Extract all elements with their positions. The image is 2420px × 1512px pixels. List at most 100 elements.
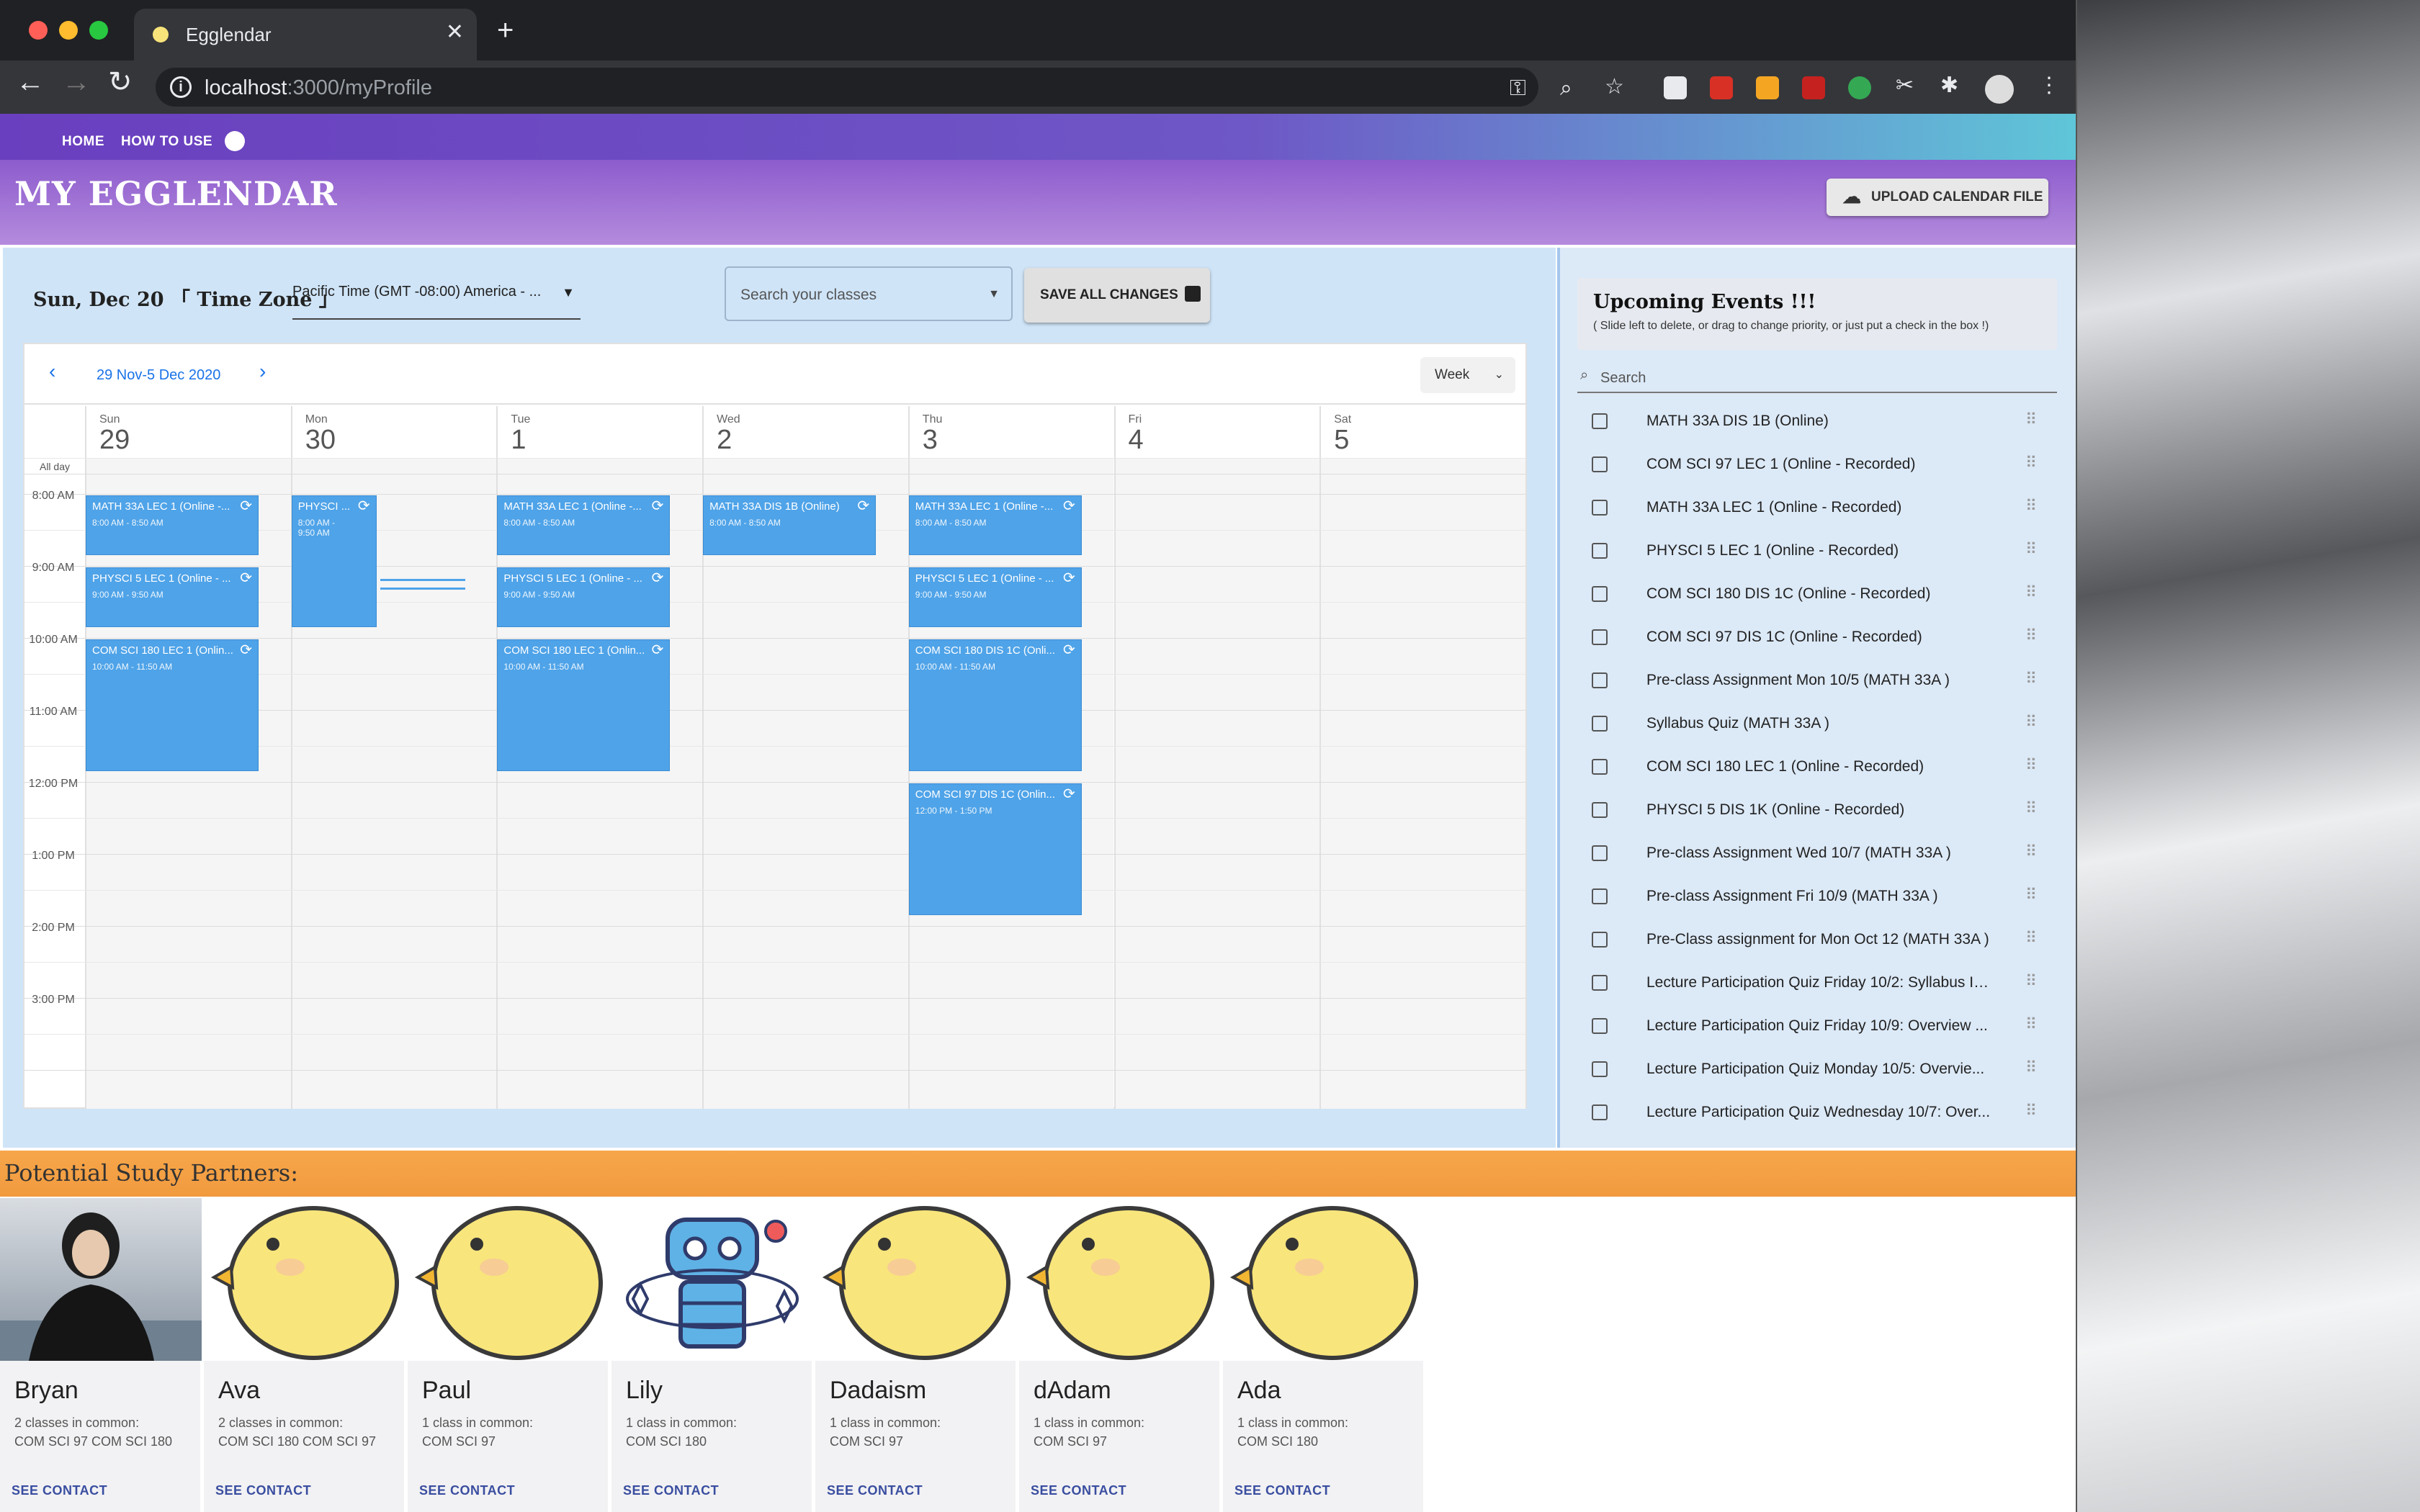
extension-download-icon[interactable] xyxy=(1756,76,1779,99)
drag-handle-icon[interactable]: ⠿ xyxy=(2025,842,2037,861)
calendar-event[interactable]: COM SCI 180 LEC 1 (Onlin... 10:00 AM - 11… xyxy=(86,639,259,772)
drag-handle-icon[interactable]: ⠿ xyxy=(2025,929,2037,948)
nav-home-link[interactable]: HOME xyxy=(62,134,104,150)
event-list-item[interactable]: COM SCI 180 DIS 1C (Online - Recorded) ⠿ xyxy=(1577,573,2057,616)
event-checkbox[interactable] xyxy=(1592,759,1608,775)
see-contact-button[interactable]: SEE CONTACT xyxy=(1031,1483,1126,1498)
new-tab-button[interactable]: + xyxy=(497,16,514,45)
see-contact-button[interactable]: SEE CONTACT xyxy=(623,1483,719,1498)
event-checkbox[interactable] xyxy=(1592,845,1608,861)
day-column[interactable] xyxy=(1319,458,1525,1109)
event-checkbox[interactable] xyxy=(1592,1061,1608,1077)
event-list-item[interactable]: Syllabus Quiz (MATH 33A ) ⠿ xyxy=(1577,703,2057,746)
drag-handle-icon[interactable]: ⠿ xyxy=(2025,1058,2037,1077)
day-column[interactable] xyxy=(85,458,291,1109)
calendar-event[interactable]: COM SCI 180 LEC 1 (Onlin... 10:00 AM - 11… xyxy=(497,639,671,772)
event-checkbox[interactable] xyxy=(1592,543,1608,559)
event-list-item[interactable]: Pre-class Assignment Fri 10/9 (MATH 33A … xyxy=(1577,876,2057,919)
drag-handle-icon[interactable]: ⠿ xyxy=(2025,626,2037,645)
drag-handle-icon[interactable]: ⠿ xyxy=(2025,1102,2037,1120)
view-select[interactable]: Week ⌄ xyxy=(1420,357,1515,393)
extension-red-icon[interactable] xyxy=(1802,76,1825,99)
calendar-event[interactable]: MATH 33A DIS 1B (Online) 8:00 AM - 8:50 A… xyxy=(703,495,877,556)
event-list-item[interactable]: MATH 33A LEC 1 (Online - Recorded) ⠿ xyxy=(1577,487,2057,530)
event-list-item[interactable]: Pre-class Assignment Wed 10/7 (MATH 33A … xyxy=(1577,832,2057,876)
see-contact-button[interactable]: SEE CONTACT xyxy=(827,1483,923,1498)
previous-week-icon[interactable]: ‹ xyxy=(49,360,55,383)
zoom-icon[interactable]: ⌕ xyxy=(1560,78,1572,99)
event-checkbox[interactable] xyxy=(1592,1018,1608,1034)
back-icon[interactable]: ← xyxy=(16,68,45,96)
event-checkbox[interactable] xyxy=(1592,629,1608,645)
event-list-item[interactable]: PHYSCI 5 LEC 1 (Online - Recorded) ⠿ xyxy=(1577,530,2057,573)
extension-back-icon[interactable] xyxy=(1664,76,1687,99)
search-classes-select[interactable]: Search your classes ▼ xyxy=(725,266,1013,321)
event-list-item[interactable]: Lecture Participation Quiz Friday 10/2: … xyxy=(1577,962,2057,1005)
bookmark-star-icon[interactable]: ☆ xyxy=(1605,76,1624,98)
event-search-input[interactable]: ⌕ Search xyxy=(1577,363,2057,393)
event-list-item[interactable]: Lecture Participation Quiz Wednesday 10/… xyxy=(1577,1092,2057,1129)
drag-handle-icon[interactable]: ⠿ xyxy=(2025,799,2037,818)
timezone-select[interactable]: Pacific Time (GMT -08:00) America - ... … xyxy=(292,284,581,320)
calendar-event[interactable]: MATH 33A LEC 1 (Online -... 8:00 AM - 8:5… xyxy=(497,495,671,556)
event-list-item[interactable]: COM SCI 97 DIS 1C (Online - Recorded) ⠿ xyxy=(1577,616,2057,660)
upload-calendar-button[interactable]: ☁ UPLOAD CALENDAR FILE xyxy=(1827,179,2048,216)
event-checkbox[interactable] xyxy=(1592,975,1608,991)
address-bar[interactable]: i localhost:3000/myProfile ⚿ xyxy=(156,68,1538,107)
event-checkbox[interactable] xyxy=(1592,672,1608,688)
drag-handle-icon[interactable]: ⠿ xyxy=(2025,886,2037,904)
drag-handle-icon[interactable]: ⠿ xyxy=(2025,540,2037,559)
drag-handle-icon[interactable]: ⠿ xyxy=(2025,410,2037,429)
close-tab-icon[interactable]: ✕ xyxy=(446,19,464,45)
browser-tab[interactable]: Egglendar ✕ xyxy=(134,9,477,60)
drag-handle-icon[interactable]: ⠿ xyxy=(2025,497,2037,516)
profile-avatar-icon[interactable] xyxy=(1985,75,2014,104)
extension-lastpass-icon[interactable] xyxy=(1710,76,1733,99)
key-icon[interactable]: ⚿ xyxy=(1510,78,1526,99)
calendar-event[interactable]: PHYSCI 5 LEC 1 (Online - ... 9:00 AM - 9:… xyxy=(908,567,1082,628)
event-checkbox[interactable] xyxy=(1592,500,1608,516)
calendar-event[interactable]: PHYSCI 5 LEC 1 (Online - ... 9:00 AM - 9:… xyxy=(497,567,671,628)
event-list-item[interactable]: Lecture Participation Quiz Friday 10/9: … xyxy=(1577,1005,2057,1048)
event-checkbox[interactable] xyxy=(1592,413,1608,429)
see-contact-button[interactable]: SEE CONTACT xyxy=(12,1483,107,1498)
event-checkbox[interactable] xyxy=(1592,716,1608,732)
save-all-changes-button[interactable]: SAVE ALL CHANGES xyxy=(1024,268,1210,323)
event-checkbox[interactable] xyxy=(1592,932,1608,948)
calendar-event[interactable]: PHYSCI ... 8:00 AM - 9:50 AM ⟳ xyxy=(291,495,377,628)
event-checkbox[interactable] xyxy=(1592,888,1608,904)
event-list-item[interactable]: COM SCI 97 LEC 1 (Online - Recorded) ⠿ xyxy=(1577,444,2057,487)
calendar-event[interactable]: COM SCI 180 DIS 1C (Onli... 10:00 AM - 11… xyxy=(908,639,1082,772)
menu-dots-icon[interactable]: ⋮ xyxy=(2038,75,2060,96)
nav-how-to-use-link[interactable]: HOW TO USE xyxy=(121,134,212,150)
event-list-item[interactable]: PHYSCI 5 DIS 1K (Online - Recorded) ⠿ xyxy=(1577,789,2057,832)
extension-green-icon[interactable] xyxy=(1848,76,1871,99)
event-list-item[interactable]: MATH 33A DIS 1B (Online) ⠿ xyxy=(1577,400,2057,444)
calendar-event[interactable]: COM SCI 97 DIS 1C (Onlin... 12:00 PM - 1:… xyxy=(908,783,1082,916)
calendar-event[interactable]: PHYSCI 5 LEC 1 (Online - ... 9:00 AM - 9:… xyxy=(86,567,259,628)
calendar-event[interactable]: MATH 33A LEC 1 (Online -... 8:00 AM - 8:5… xyxy=(908,495,1082,556)
event-checkbox[interactable] xyxy=(1592,456,1608,472)
drag-handle-icon[interactable]: ⠿ xyxy=(2025,1015,2037,1034)
drag-handle-icon[interactable]: ⠿ xyxy=(2025,756,2037,775)
account-icon[interactable] xyxy=(225,131,245,151)
minimize-window-button[interactable] xyxy=(59,21,78,40)
day-column[interactable] xyxy=(702,458,908,1109)
event-checkbox[interactable] xyxy=(1592,1104,1608,1120)
reload-icon[interactable]: ↻ xyxy=(108,68,133,96)
drag-handle-icon[interactable]: ⠿ xyxy=(2025,972,2037,991)
see-contact-button[interactable]: SEE CONTACT xyxy=(419,1483,515,1498)
close-window-button[interactable] xyxy=(29,21,48,40)
calendar-event[interactable]: MATH 33A LEC 1 (Online -... 8:00 AM - 8:5… xyxy=(86,495,259,556)
event-checkbox[interactable] xyxy=(1592,802,1608,818)
drag-handle-icon[interactable]: ⠿ xyxy=(2025,454,2037,472)
extensions-puzzle-icon[interactable]: ✱ xyxy=(1940,75,1958,96)
see-contact-button[interactable]: SEE CONTACT xyxy=(215,1483,311,1498)
event-checkbox[interactable] xyxy=(1592,586,1608,602)
event-list-item[interactable]: Pre-class Assignment Mon 10/5 (MATH 33A … xyxy=(1577,660,2057,703)
drag-handle-icon[interactable]: ⠿ xyxy=(2025,713,2037,732)
event-list-item[interactable]: Lecture Participation Quiz Monday 10/5: … xyxy=(1577,1048,2057,1092)
forward-icon[interactable]: → xyxy=(62,68,91,96)
drag-handle-icon[interactable]: ⠿ xyxy=(2025,583,2037,602)
scissors-icon[interactable]: ✂ xyxy=(1896,75,1914,96)
